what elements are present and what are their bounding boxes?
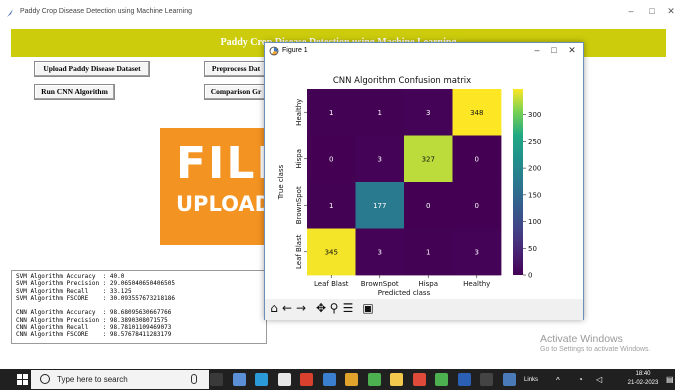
- output-line: CNN Algorithm Precision : 98.38903080715…: [16, 316, 168, 324]
- python-icon[interactable]: [502, 373, 516, 386]
- microphone-icon[interactable]: [191, 374, 197, 384]
- output-line: CNN Algorithm FSCORE : 98.57678411283179: [16, 331, 172, 339]
- output-line: SVM Algorithm Recall : 33.125: [16, 287, 132, 295]
- output-line: SVM Algorithm Precision : 29.06504065040…: [16, 280, 175, 288]
- colorbar-tick-label: 150: [528, 191, 541, 199]
- x-tick-label: Leaf Blast: [314, 280, 349, 288]
- y-tick-label: Healthy: [295, 99, 303, 126]
- preprocess-button[interactable]: Preprocess Dat: [204, 61, 268, 77]
- chrome-red-icon[interactable]: [300, 373, 313, 386]
- search-icon: [40, 374, 50, 384]
- confusion-matrix-chart: CNN Algorithm Confusion matrix1 1 3 3480 3 32…: [277, 76, 541, 297]
- tray-network-icon[interactable]: ◔: [578, 375, 583, 384]
- paint-icon[interactable]: [412, 373, 426, 386]
- taskbar: Type here to search Links ^ ◔ ◁ 18:40 21…: [0, 369, 675, 390]
- cell-value-label: 3: [378, 248, 382, 256]
- chrome-alt-icon[interactable]: [367, 373, 381, 386]
- file-uploads-logo: FILE UPLOADS: [160, 128, 270, 245]
- cell-value-label: 0: [426, 202, 430, 210]
- pan-icon[interactable]: ✥: [315, 302, 327, 315]
- chart-title: CNN Algorithm Confusion matrix: [333, 76, 471, 86]
- forward-arrow-icon[interactable]: →: [295, 302, 307, 315]
- close-button[interactable]: ✕: [665, 6, 675, 17]
- colorbar-tick-label: 200: [528, 165, 541, 173]
- task-view-icon[interactable]: [210, 373, 223, 386]
- cell-value-label: 0: [475, 202, 479, 210]
- save-icon[interactable]: ▣: [362, 302, 374, 315]
- cell-value-label: 327: [422, 155, 435, 163]
- y-tick-label: Hispa: [295, 149, 303, 169]
- results-text-area[interactable]: SVM Algorithm Accuracy : 40.0 SVM Algorit…: [11, 270, 267, 344]
- taskbar-search-box[interactable]: Type here to search: [31, 370, 209, 389]
- home-icon[interactable]: ⌂: [268, 302, 280, 315]
- run-cnn-button[interactable]: Run CNN Algorithm: [34, 84, 115, 100]
- back-arrow-icon[interactable]: ←: [281, 302, 293, 315]
- edge-icon[interactable]: [255, 373, 268, 386]
- windows-start-icon[interactable]: [17, 374, 28, 385]
- volume-icon[interactable]: ◁: [596, 375, 602, 384]
- cell-value-label: 345: [325, 248, 338, 256]
- cell-value-label: 3: [426, 109, 430, 117]
- window-title: Paddy Crop Disease Detection using Machi…: [20, 8, 192, 15]
- colorbar-tick-label: 100: [528, 218, 541, 226]
- output-line: CNN Algorithm Recall : 98.78101109469073: [16, 324, 172, 332]
- logo-sub-text: UPLOADS: [176, 192, 270, 216]
- gallery-icon[interactable]: [435, 373, 448, 386]
- figure-toolbar: ⌂ ← → ✥ ⚲ ☰ ▣: [265, 299, 583, 320]
- cell-value-label: 177: [373, 202, 386, 210]
- search-placeholder: Type here to search: [57, 375, 128, 384]
- y-tick-label: Leaf Blast: [295, 234, 303, 269]
- cell-value-label: 1: [329, 202, 333, 210]
- comparison-graph-button[interactable]: Comparison Gr: [204, 84, 268, 100]
- logo-main-text: FILE: [176, 138, 270, 189]
- terminal-icon[interactable]: [480, 373, 493, 386]
- clock-date[interactable]: 21-02-2023: [623, 380, 663, 386]
- x-tick-label: Healthy: [463, 280, 490, 288]
- tray-chevron-icon[interactable]: ^: [556, 376, 560, 385]
- store-icon[interactable]: [277, 373, 291, 386]
- x-axis-label: Predicted class: [378, 289, 431, 297]
- colorbar-tick-label: 300: [528, 111, 541, 119]
- cell-value-label: 0: [329, 155, 333, 163]
- notification-icon[interactable]: ▤: [666, 375, 674, 384]
- maximize-button[interactable]: □: [646, 6, 658, 16]
- cell-value-label: 3: [475, 248, 479, 256]
- cell-value-label: 1: [426, 248, 430, 256]
- screen: Paddy Crop Disease Detection using Machi…: [0, 0, 675, 390]
- explorer-icon[interactable]: [390, 373, 403, 386]
- output-line: SVM Algorithm Accuracy : 40.0: [16, 273, 125, 280]
- colorbar-tick-label: 50: [528, 245, 537, 253]
- pen-app-icon[interactable]: [232, 373, 246, 386]
- minimize-button[interactable]: –: [625, 6, 637, 16]
- output-line: SVM Algorithm FSCORE : 30.09355767321818…: [16, 294, 175, 302]
- upload-dataset-button[interactable]: Upload Paddy Disease Dataset: [34, 61, 150, 77]
- chrome-icon[interactable]: [345, 373, 358, 386]
- cell-value-label: 0: [475, 155, 479, 163]
- cell-value-label: 348: [470, 109, 483, 117]
- cell-value-label: 1: [329, 109, 333, 117]
- cell-value-label: 1: [378, 109, 382, 117]
- activate-windows-subtitle: Go to Settings to activate Windows.: [540, 346, 651, 353]
- window-titlebar: Paddy Crop Disease Detection using Machi…: [0, 0, 675, 26]
- x-tick-label: Hispa: [418, 280, 438, 288]
- colorbar: [513, 89, 523, 275]
- activate-windows-title: Activate Windows: [540, 333, 623, 345]
- zoom-icon[interactable]: ⚲: [328, 302, 340, 315]
- configure-icon[interactable]: ☰: [342, 302, 354, 315]
- colorbar-tick-label: 0: [528, 272, 532, 280]
- y-axis-label: True class: [277, 164, 285, 200]
- colorbar-tick-label: 250: [528, 138, 541, 146]
- x-tick-label: BrownSpot: [361, 280, 399, 288]
- links-toolbar-label[interactable]: Links: [524, 377, 538, 383]
- cell-value-label: 3: [378, 155, 382, 163]
- feather-app-icon: [7, 9, 13, 17]
- figure-window[interactable]: Figure 1 – □ ✕ CNN Algorithm Confusion m…: [264, 42, 584, 320]
- word-icon[interactable]: [457, 373, 471, 386]
- media-icon[interactable]: [322, 373, 336, 386]
- clock-time[interactable]: 18:40: [623, 371, 663, 377]
- output-line: CNN Algorithm Accuracy : 98.680956306677…: [16, 309, 172, 317]
- y-tick-label: BrownSpot: [295, 186, 303, 224]
